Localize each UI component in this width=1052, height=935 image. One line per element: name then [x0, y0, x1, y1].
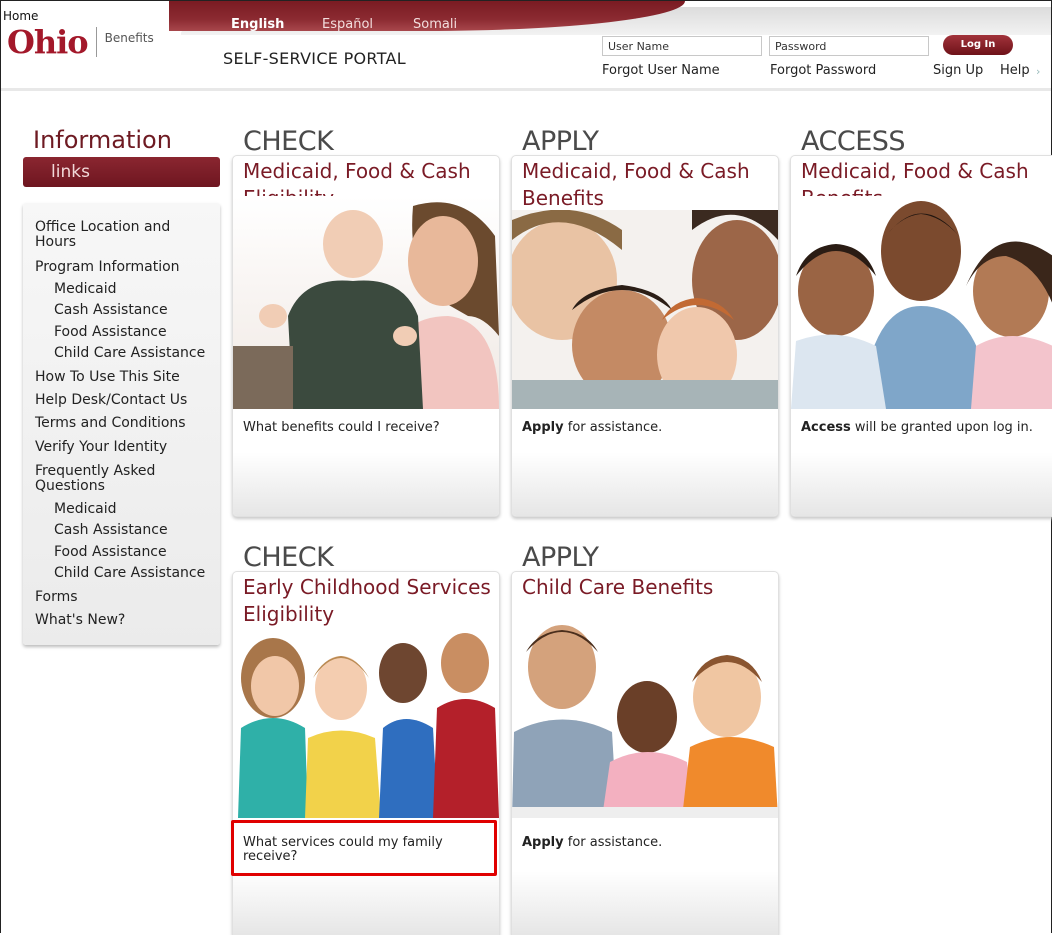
username-input[interactable]: User Name [602, 36, 762, 56]
sidebar-item-terms[interactable]: Terms and Conditions [35, 416, 186, 431]
portal-title: SELF-SERVICE PORTAL [223, 49, 406, 68]
sidebar-item-child-care-assistance[interactable]: Child Care Assistance [54, 346, 205, 361]
ohio-benefits-logo[interactable]: Ohio Benefits [7, 23, 154, 61]
card-apply-child-care[interactable]: Child Care Benefits Apply for assistance… [511, 571, 779, 935]
card-check-early-childhood[interactable]: Early Childhood Services Eligibility Wha… [232, 571, 500, 935]
sign-up-link[interactable]: Sign Up [933, 63, 983, 78]
father-and-kids-photo [791, 196, 1052, 409]
logo-benefits-text: Benefits [104, 31, 154, 45]
card-description: Apply for assistance. [522, 420, 663, 435]
sidebar-item-faq[interactable]: Frequently Asked Questions [35, 464, 195, 494]
login-button[interactable]: Log In [943, 35, 1013, 55]
home-link[interactable]: Home [3, 9, 38, 23]
card-apply-medicaid[interactable]: Medicaid, Food & Cash Benefits Apply for… [511, 155, 779, 517]
card-footer [512, 452, 778, 516]
card-check-early-childhood-heading: CHECK [243, 542, 334, 573]
forgot-username-link[interactable]: Forgot User Name [602, 63, 720, 78]
sidebar-item-faq-medicaid[interactable]: Medicaid [54, 502, 117, 517]
card-check-medicaid[interactable]: Medicaid, Food & Cash Eligibility What b… [232, 155, 500, 517]
card-check-medicaid-heading: CHECK [243, 126, 334, 157]
sidebar-item-verify-identity[interactable]: Verify Your Identity [35, 440, 167, 455]
lang-somali[interactable]: Somali [413, 17, 457, 32]
card-subheading: Early Childhood Services Eligibility [243, 575, 491, 626]
sidebar-item-program-information[interactable]: Program Information [35, 260, 180, 275]
card-access-medicaid-heading: ACCESS [801, 126, 906, 157]
sidebar-item-faq-food-assistance[interactable]: Food Assistance [54, 545, 167, 560]
four-children-photo [233, 628, 499, 818]
sidebar-item-faq-cash-assistance[interactable]: Cash Assistance [54, 523, 168, 538]
header-divider [1, 88, 1051, 91]
sidebar-item-food-assistance[interactable]: Food Assistance [54, 325, 167, 340]
sidebar-item-forms[interactable]: Forms [35, 590, 78, 605]
card-footer [512, 871, 778, 935]
card-description: What benefits could I receive? [243, 420, 440, 435]
card-apply-child-care-heading: APPLY [522, 542, 599, 573]
card-footer [233, 452, 499, 516]
site-header: Home Ohio Benefits English Español Somal… [1, 1, 1051, 87]
four-kids-photo [512, 210, 778, 409]
sidebar-item-how-to-use[interactable]: How To Use This Site [35, 370, 180, 385]
card-description: Access will be granted upon log in. [801, 420, 1033, 435]
card-footer [233, 871, 499, 935]
lang-espanol[interactable]: Español [322, 17, 373, 32]
card-subheading: Child Care Benefits [522, 575, 714, 599]
card-footer [791, 452, 1052, 516]
sidebar-item-office-location[interactable]: Office Location and Hours [35, 220, 195, 250]
sidebar-item-faq-child-care[interactable]: Child Care Assistance [54, 566, 205, 581]
highlight-box [231, 820, 497, 876]
mother-and-baby-photo [233, 196, 499, 409]
sidebar-title: Information [33, 126, 172, 154]
sidebar-links-bar: links [23, 157, 220, 187]
lang-english[interactable]: English [231, 17, 284, 32]
password-input[interactable]: Password [769, 36, 929, 56]
forgot-password-link[interactable]: Forgot Password [770, 63, 876, 78]
sidebar-item-help-desk[interactable]: Help Desk/Contact Us [35, 393, 187, 408]
sidebar-item-whats-new[interactable]: What's New? [35, 613, 125, 628]
card-description: Apply for assistance. [522, 835, 663, 850]
help-arrow-icon: › [1036, 65, 1041, 78]
sidebar-item-cash-assistance[interactable]: Cash Assistance [54, 303, 168, 318]
card-access-medicaid[interactable]: Medicaid, Food & Cash Benefits Access wi… [790, 155, 1052, 517]
card-apply-medicaid-heading: APPLY [522, 126, 599, 157]
logo-ohio-text: Ohio [7, 23, 89, 61]
three-children-photo [512, 622, 778, 818]
sidebar-item-medicaid[interactable]: Medicaid [54, 282, 117, 297]
logo-divider [95, 27, 97, 57]
card-subheading: Medicaid, Food & Cash Benefits [522, 159, 750, 210]
help-link[interactable]: Help [1000, 63, 1030, 78]
